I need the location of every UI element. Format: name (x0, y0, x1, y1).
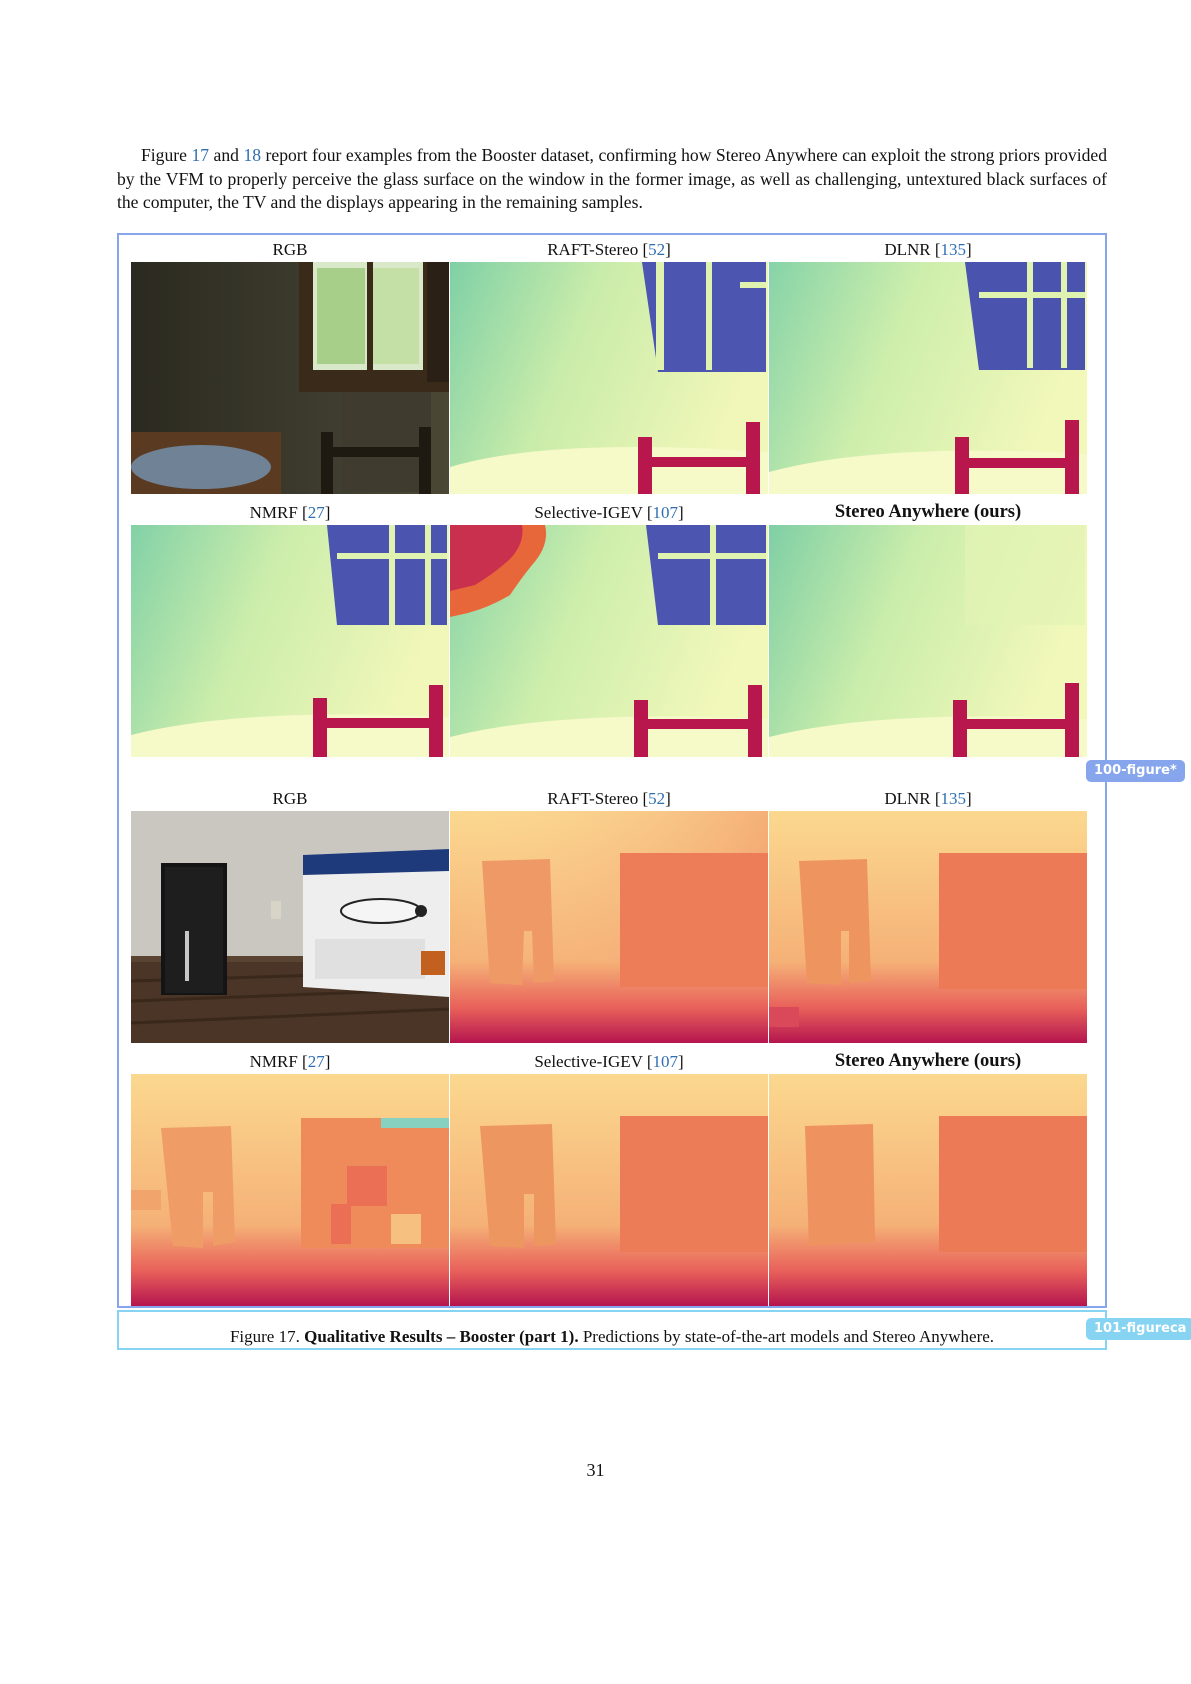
label-dlnr: DLNR [135] (884, 789, 972, 808)
dlnr-disparity-console (769, 811, 1087, 1043)
label-nmrf: NMRF [27] (249, 503, 331, 522)
label-rgb: RGB (272, 789, 308, 808)
figure-region-tag: 100-figure* (1086, 760, 1185, 782)
nmrf-disparity-room (131, 525, 449, 757)
nmrf-disparity-console (131, 1074, 449, 1306)
stereo-anywhere-disparity-room (769, 525, 1087, 757)
label-rgb: RGB (272, 240, 308, 259)
label-selective-igev: Selective-IGEV [107] (534, 503, 684, 522)
label-raft-stereo: RAFT-Stereo [52] (547, 240, 671, 259)
stereo-anywhere-disparity-console (769, 1074, 1087, 1306)
raft-stereo-disparity-console (450, 811, 768, 1043)
rgb-image-room (131, 262, 449, 494)
intro-paragraph: Figure 17 and 18 report four examples fr… (117, 145, 1107, 212)
label-selective-igev: Selective-IGEV [107] (534, 1052, 684, 1071)
raft-stereo-disparity-room (450, 262, 768, 494)
figure-ref-link[interactable]: 17 (191, 145, 209, 165)
figure-ref-link[interactable]: 18 (243, 145, 261, 165)
label-stereo-anywhere: Stereo Anywhere (ours) (834, 1051, 1022, 1071)
figure-caption: Figure 17. Qualitative Results – Booster… (229, 1327, 995, 1346)
dlnr-disparity-room (769, 262, 1087, 494)
selective-igev-disparity-console (450, 1074, 768, 1306)
page-number: 31 (586, 1460, 605, 1480)
label-raft-stereo: RAFT-Stereo [52] (547, 789, 671, 808)
selective-igev-disparity-room (450, 525, 768, 757)
label-nmrf: NMRF [27] (249, 1052, 331, 1071)
label-dlnr: DLNR [135] (884, 240, 972, 259)
rgb-image-console (131, 811, 449, 1043)
label-stereo-anywhere: Stereo Anywhere (ours) (834, 502, 1022, 522)
